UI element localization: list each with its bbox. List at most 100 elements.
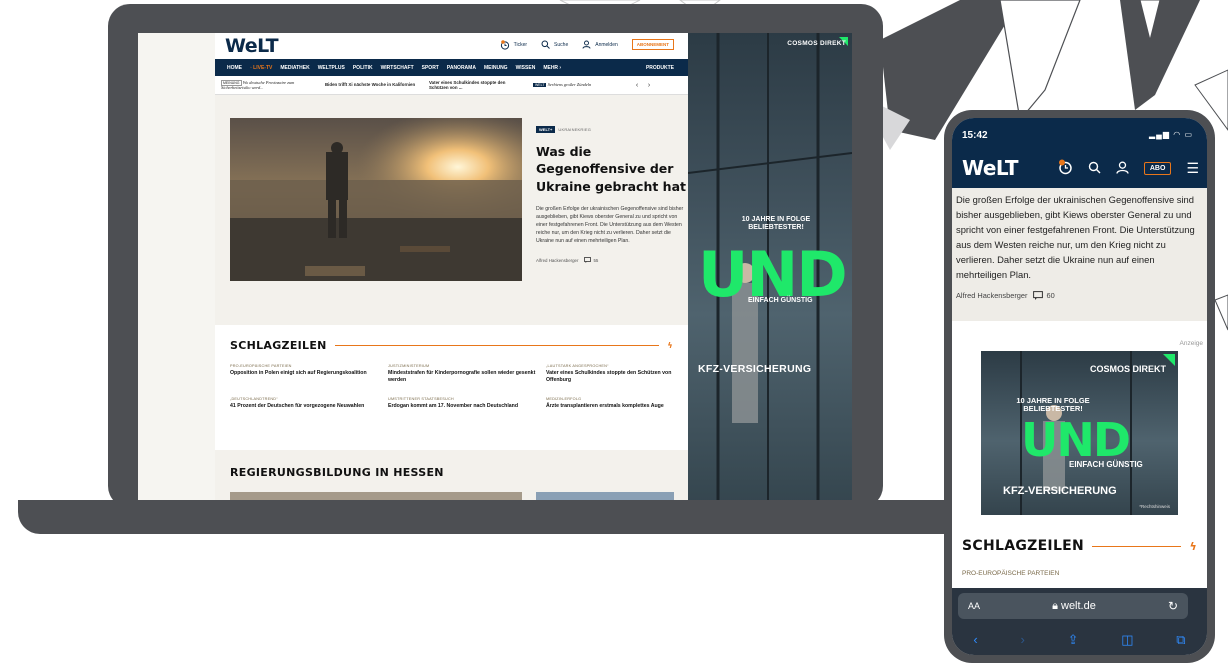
- hero-text: WELT+ UKRAINEKRIEG Was die Gegenoffensive…: [536, 118, 686, 264]
- nav-item-sport[interactable]: SPORT: [422, 65, 439, 71]
- search-button[interactable]: [1088, 161, 1101, 177]
- ticker-text: Vater eines Schulkindes stoppte den Schü…: [429, 79, 506, 91]
- lightning-icon: ϟ: [1189, 539, 1197, 553]
- welt-page: WeLT Ticker Suche Anmelden ABONNEMENT HO…: [215, 33, 688, 502]
- phone-article-teaser: Die großen Erfolge der ukrainischen Gege…: [952, 188, 1207, 321]
- headline-item[interactable]: UMSTRITTENER STAATSBESUCH Erdogan kommt a…: [388, 397, 540, 410]
- ticker-next-icon[interactable]: ›: [643, 82, 655, 89]
- laptop-screen: WeLT Ticker Suche Anmelden ABONNEMENT HO…: [138, 33, 852, 502]
- clock-icon: [500, 39, 509, 50]
- section-title: REGIERUNGSBILDUNG IN HESSEN: [230, 466, 444, 479]
- phone-header-actions: ABO ☰: [1057, 159, 1199, 178]
- address-bar[interactable]: AA 🔒︎ welt.de ↻: [958, 593, 1188, 619]
- nav-item-live-tv[interactable]: ◦ LIVE-TV: [250, 65, 272, 71]
- ticker-prev-icon[interactable]: ‹: [631, 82, 643, 89]
- headline-item[interactable]: „LAUTSTARK ANGESPROCHEN“ Vater eines Schu…: [546, 364, 686, 385]
- abo-button[interactable]: ABO: [1143, 162, 1172, 175]
- text-size-button[interactable]: AA: [968, 601, 980, 611]
- section-divider: [334, 345, 660, 346]
- ad-subline: EINFACH GÜNSTIG: [1069, 460, 1143, 469]
- ad-label: Anzeige: [1179, 340, 1204, 347]
- account-button[interactable]: [1116, 161, 1129, 177]
- section-divider: [1092, 545, 1182, 547]
- user-icon: [582, 40, 591, 49]
- comments-link[interactable]: 55: [584, 257, 598, 264]
- clock-icon: [1058, 159, 1072, 175]
- ticker-text: Biden trifft Xi nächste Woche in Kalifor…: [325, 82, 416, 88]
- reload-icon[interactable]: ↻: [1168, 599, 1178, 613]
- hero-article[interactable]: WELT+ UKRAINEKRIEG Was die Gegenoffensive…: [230, 118, 690, 323]
- headline-item[interactable]: PRO-EUROPÄISCHE PARTEIEN Opposition in Po…: [230, 364, 382, 385]
- welt-logo[interactable]: WeLT: [225, 35, 279, 57]
- nav-item-politik[interactable]: POLITIK: [353, 65, 373, 71]
- ticker-button[interactable]: [1057, 159, 1073, 178]
- lightning-icon: ϟ: [667, 341, 673, 350]
- ticker-item[interactable]: WELT Serbiens großer Zündeln: [527, 82, 631, 88]
- welt-logo[interactable]: WeLT: [962, 156, 1019, 180]
- phone-ad[interactable]: COSMOS DIREKT 10 JAHRE IN FOLGE BELIEBTE…: [981, 351, 1178, 515]
- wifi-icon: ◠: [1173, 130, 1182, 139]
- headline-kicker: „LAUTSTARK ANGESPROCHEN“: [546, 364, 609, 368]
- schlagzeilen-section: SCHLAGZEILEN ϟ PRO-EUROPÄISCHE PARTEIEN O…: [215, 325, 688, 450]
- hero-image[interactable]: [230, 118, 522, 281]
- ticker-tag: WELT: [533, 83, 547, 88]
- headline-text: Ärzte transplantieren erstmals komplette…: [546, 402, 664, 409]
- ad-product: KFZ-VERSICHERUNG: [1003, 485, 1117, 497]
- nav-item-wissen[interactable]: WISSEN: [516, 65, 536, 71]
- article-author: Alfred Hackensberger: [956, 291, 1028, 301]
- browser-nav-buttons: ‹ › ⇪ ◫ ⧉: [952, 632, 1207, 648]
- url-host: 🔒︎ welt.de: [980, 600, 1168, 613]
- hero-rubric: UKRAINEKRIEG: [558, 127, 592, 132]
- nav-item-produkte[interactable]: PRODUKTE: [646, 65, 674, 71]
- battery-icon: ▭: [1184, 130, 1193, 139]
- search-icon: [1088, 161, 1101, 173]
- bookmarks-icon[interactable]: ◫: [1121, 632, 1133, 648]
- ticker-text: Serbiens großer Zündeln: [547, 82, 592, 88]
- nav-item-mediathek[interactable]: MEDIATHEK: [280, 65, 309, 71]
- ticker-item[interactable]: MEINUNG Wo deutsche Provinzaire zum Sich…: [215, 79, 319, 91]
- forward-icon[interactable]: ›: [1020, 632, 1024, 648]
- nav-item-wirtschaft[interactable]: WIRTSCHAFT: [381, 65, 414, 71]
- headline-text: Opposition in Polen einigt sich auf Regi…: [230, 370, 367, 376]
- section-header: SCHLAGZEILEN ϟ: [962, 533, 1197, 554]
- headline-grid: PRO-EUROPÄISCHE PARTEIEN Opposition in Po…: [230, 364, 673, 410]
- nav-item-panorama[interactable]: PANORAMA: [447, 65, 476, 71]
- headline-kicker: PRO-EUROPÄISCHE PARTEIEN: [230, 364, 292, 368]
- nav-item-meinung[interactable]: MEINUNG: [484, 65, 508, 71]
- headline-item[interactable]: „DEUTSCHLANDTREND“ 41 Prozent der Deutsch…: [230, 397, 382, 410]
- headline-kicker: UMSTRITTENER STAATSBESUCH: [388, 396, 454, 401]
- hero-headline[interactable]: Was die Gegenoffensive der Ukraine gebra…: [536, 143, 686, 195]
- phone-frame: 15:42 ▂▄▆ ◠ ▭ WeLT ABO ☰ Die großen Erfo…: [944, 110, 1215, 663]
- status-icons: ▂▄▆ ◠ ▭: [1149, 130, 1193, 139]
- user-icon: [1116, 161, 1129, 174]
- lock-icon: 🔒︎: [1052, 599, 1058, 612]
- headline-item[interactable]: JUSTIZMINISTERIUM Mindeststrafen für Kind…: [388, 364, 540, 385]
- ticker-link[interactable]: Ticker: [500, 39, 527, 50]
- search-icon: [541, 40, 550, 49]
- comments-link[interactable]: 60: [1033, 291, 1055, 301]
- ticker-item[interactable]: Biden trifft Xi nächste Woche in Kalifor…: [319, 82, 423, 88]
- url-text: welt.de: [1061, 599, 1096, 612]
- headline-item[interactable]: MEDIZIN-ERFOLG Ärzte transplantieren erst…: [546, 397, 686, 410]
- headline-text: Erdogan kommt am 17. November nach Deuts…: [388, 402, 519, 409]
- ticker-item[interactable]: Vater eines Schulkindes stoppte den Schü…: [423, 80, 527, 91]
- ad-headline: UND: [1021, 413, 1131, 467]
- tabs-icon[interactable]: ⧉: [1176, 632, 1185, 648]
- nav-item-live-tv-label: LIVE-TV: [253, 64, 273, 71]
- nav-item-mehr-label: MEHR: [543, 64, 559, 71]
- device-mockup-stage: WeLT Ticker Suche Anmelden ABONNEMENT HO…: [0, 0, 1228, 663]
- sidebar-ad[interactable]: COSMOS DIREKT 10 JAHRE IN FOLGE BELIEBTE…: [688, 33, 852, 502]
- section-title: SCHLAGZEILEN: [962, 538, 1085, 554]
- menu-icon[interactable]: ☰: [1186, 160, 1199, 177]
- phone-ad-container: Anzeige COSMOS DIREKT 10 JAHRE IN FOLGE …: [952, 321, 1207, 533]
- nav-item-mehr[interactable]: MEHR ›: [543, 65, 561, 71]
- share-icon[interactable]: ⇪: [1068, 632, 1079, 648]
- nav-item-home[interactable]: HOME: [227, 65, 242, 71]
- login-link[interactable]: Anmelden: [582, 40, 618, 49]
- main-navigation: HOME ◦ LIVE-TV MEDIATHEK WELTPLUS POLITI…: [215, 59, 688, 76]
- nav-item-weltplus[interactable]: WELTPLUS: [318, 65, 345, 71]
- search-link[interactable]: Suche: [541, 40, 568, 49]
- phone-screen: 15:42 ▂▄▆ ◠ ▭ WeLT ABO ☰ Die großen Erfo…: [952, 118, 1207, 655]
- subscription-button[interactable]: ABONNEMENT: [631, 39, 674, 50]
- back-icon[interactable]: ‹: [973, 632, 977, 648]
